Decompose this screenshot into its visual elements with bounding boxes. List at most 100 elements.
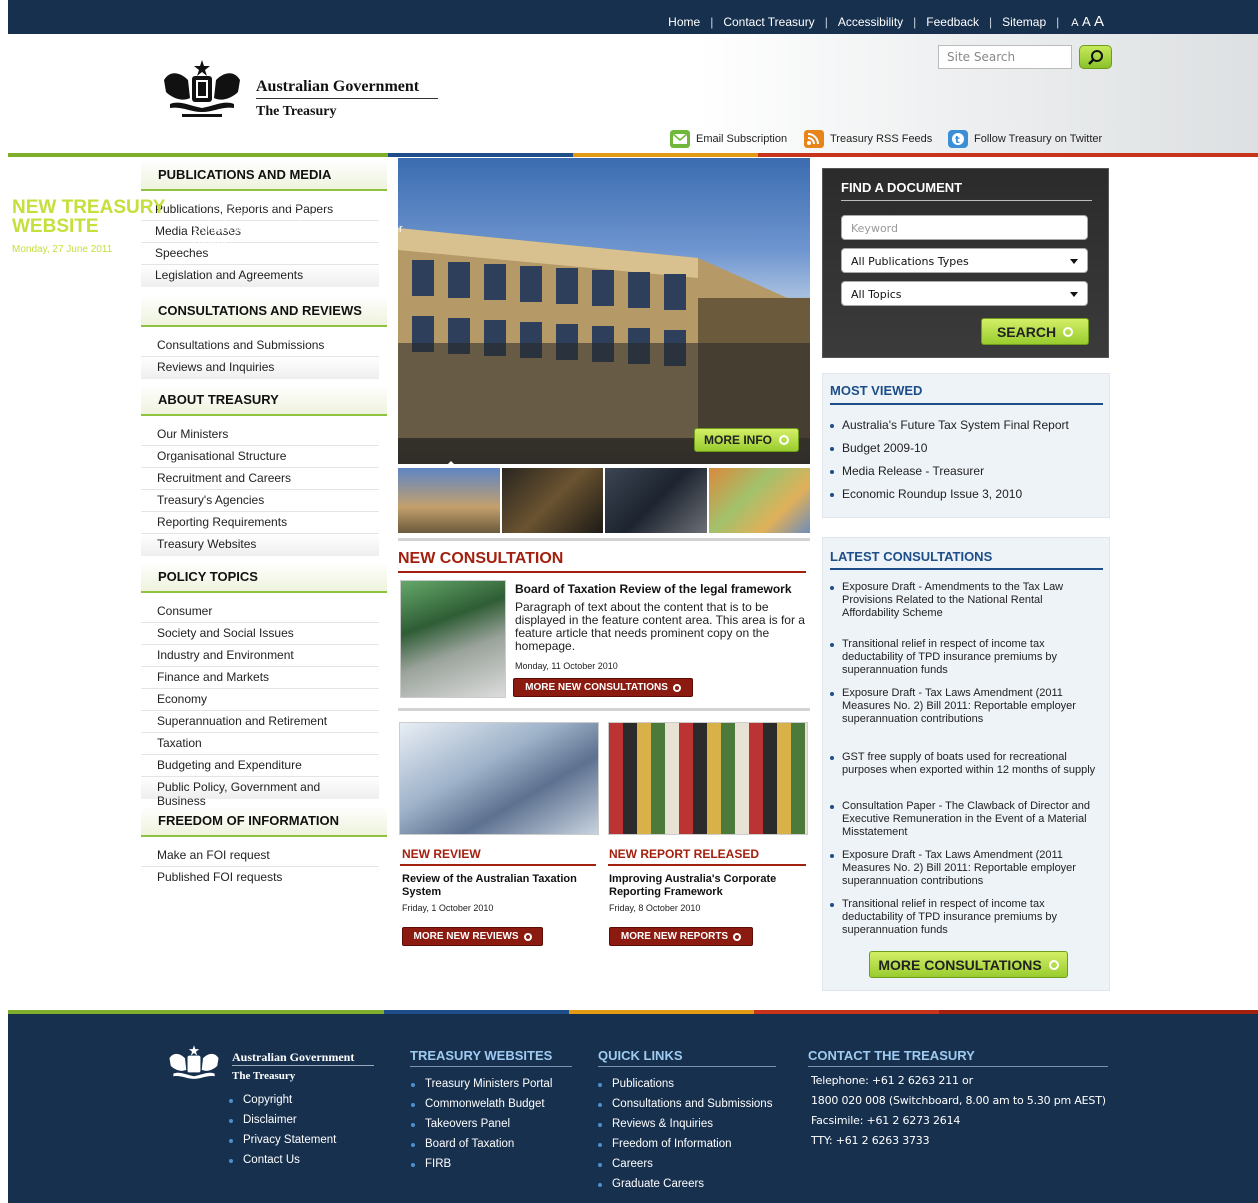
sidebar-item-organisational-structure[interactable]: Organisational Structure: [141, 446, 379, 468]
footer-contact-link[interactable]: Contact Us: [229, 1154, 300, 1166]
sidebar-item-economy[interactable]: Economy: [141, 689, 379, 711]
thumbnail-banknotes[interactable]: [708, 468, 810, 533]
most-viewed-item[interactable]: Economic Roundup Issue 3, 2010: [830, 487, 1022, 501]
sidebar-item-taxation[interactable]: Taxation: [141, 733, 379, 755]
footer-quick-link[interactable]: Graduate Careers: [598, 1178, 704, 1190]
divider: [398, 538, 810, 541]
sidebar-heading-consultations[interactable]: CONSULTATIONS AND REVIEWS: [141, 296, 387, 327]
thumbnail-handshake[interactable]: [605, 468, 707, 533]
site-search-button[interactable]: [1079, 45, 1112, 69]
topics-select[interactable]: All Topics: [841, 281, 1088, 306]
sidebar-item-treasury-websites[interactable]: Treasury Websites: [141, 534, 379, 556]
footer-quick-link[interactable]: Careers: [598, 1158, 653, 1170]
site-search-input[interactable]: Site Search: [938, 45, 1072, 69]
utility-nav: Home | Contact Treasury | Accessibility | F…: [668, 13, 1104, 30]
find-search-button[interactable]: SEARCH: [981, 318, 1089, 345]
sidebar-item-society[interactable]: Society and Social Issues: [141, 623, 379, 645]
new-report-title[interactable]: Improving Australia's Corporate Reportin…: [609, 873, 799, 899]
consultation-item[interactable]: Exposure Draft - Tax Laws Amendment (201…: [830, 687, 1098, 726]
text-size-large-button[interactable]: A: [1094, 13, 1104, 30]
most-viewed-heading: MOST VIEWED: [830, 383, 923, 398]
text-size-medium-button[interactable]: A: [1082, 14, 1091, 29]
play-icon: [733, 932, 742, 941]
sidebar-item-consultations-submissions[interactable]: Consultations and Submissions: [141, 335, 379, 357]
footer-quick-link[interactable]: Freedom of Information: [598, 1138, 732, 1150]
sidebar-heading-foi[interactable]: FREEDOM OF INFORMATION: [141, 806, 387, 837]
footer-logo[interactable]: Australian Government The Treasury: [158, 1044, 378, 1094]
nav-home-link[interactable]: Home: [668, 15, 700, 29]
keyword-input[interactable]: Keyword: [841, 215, 1088, 240]
footer-privacy-link[interactable]: Privacy Statement: [229, 1134, 336, 1146]
consultation-item[interactable]: Exposure Draft - Amendments to the Tax L…: [830, 581, 1098, 620]
sidebar-item-agencies[interactable]: Treasury's Agencies: [141, 490, 379, 512]
rss-feeds-label: Treasury RSS Feeds: [830, 133, 933, 145]
most-viewed-rule: [830, 403, 1103, 405]
sidebar-item-foi-request[interactable]: Make an FOI request: [141, 845, 379, 867]
hero-carousel[interactable]: [398, 158, 810, 464]
footer-quick-link[interactable]: Reviews & Inquiries: [598, 1118, 713, 1130]
footer-disclaimer-link[interactable]: Disclaimer: [229, 1114, 297, 1126]
publication-type-select[interactable]: All Publications Types: [841, 248, 1088, 273]
coat-of-arms-icon: [164, 60, 240, 117]
sidebar-item-published-foi[interactable]: Published FOI requests: [141, 867, 379, 889]
sidebar-item-consumer[interactable]: Consumer: [141, 601, 379, 623]
sidebar-item-reporting[interactable]: Reporting Requirements: [141, 512, 379, 534]
consultation-item[interactable]: Transitional relief in respect of income…: [830, 898, 1098, 937]
sidebar-heading-policy[interactable]: POLICY TOPICS: [141, 562, 387, 593]
sidebar-item-budgeting[interactable]: Budgeting and Expenditure: [141, 755, 379, 777]
footer-website-link[interactable]: FIRB: [411, 1158, 451, 1170]
new-review-title[interactable]: Review of the Australian Taxation System: [402, 873, 592, 899]
sidebar-item-recruitment[interactable]: Recruitment and Careers: [141, 468, 379, 490]
sidebar-item-industry[interactable]: Industry and Environment: [141, 645, 379, 667]
footer-website-link[interactable]: Takeovers Panel: [411, 1118, 510, 1130]
more-new-consultations-button[interactable]: MORE NEW CONSULTATIONS: [513, 678, 693, 697]
twitter-link[interactable]: t Follow Treasury on Twitter: [948, 130, 1102, 148]
sidebar-item-legislation[interactable]: Legislation and Agreements: [141, 265, 379, 287]
sidebar-item-ministers[interactable]: Our Ministers: [141, 424, 379, 446]
footer-website-link[interactable]: Commonwelath Budget: [411, 1098, 545, 1110]
most-viewed-item[interactable]: Media Release - Treasurer: [830, 464, 984, 478]
footer-website-link[interactable]: Treasury Ministers Portal: [411, 1078, 552, 1090]
most-viewed-item[interactable]: Australia's Future Tax System Final Repo…: [830, 418, 1069, 432]
email-subscription-link[interactable]: Email Subscription: [670, 130, 787, 148]
footer-quick-link[interactable]: Consultations and Submissions: [598, 1098, 772, 1110]
thumbnail-building[interactable]: [398, 468, 500, 533]
site-logo[interactable]: Australian Government The Treasury: [160, 58, 450, 122]
sidebar-item-finance[interactable]: Finance and Markets: [141, 667, 379, 689]
feature-title[interactable]: Board of Taxation Review of the legal fr…: [515, 582, 792, 596]
thumbnail-scales[interactable]: [501, 468, 603, 533]
nav-sitemap-link[interactable]: Sitemap: [1002, 15, 1046, 29]
sidebar-heading-publications[interactable]: PUBLICATIONS AND MEDIA: [141, 160, 387, 191]
consultation-item[interactable]: Transitional relief in respect of income…: [830, 638, 1098, 677]
new-review-date: Friday, 1 October 2010: [402, 903, 494, 913]
more-new-reports-button[interactable]: MORE NEW REPORTS: [609, 927, 753, 946]
nav-feedback-link[interactable]: Feedback: [926, 15, 979, 29]
more-new-reviews-button[interactable]: MORE NEW REVIEWS: [402, 927, 543, 946]
feature-photo: [400, 580, 506, 698]
most-viewed-item[interactable]: Budget 2009-10: [830, 441, 927, 455]
footer-quick-link[interactable]: Publications: [598, 1078, 674, 1090]
consultation-item[interactable]: Consultation Paper - The Clawback of Dir…: [830, 800, 1098, 839]
rss-feeds-link[interactable]: Treasury RSS Feeds: [804, 130, 932, 148]
hero-date: Monday, 27 June 2011: [12, 244, 113, 255]
consultation-item[interactable]: Exposure Draft - Tax Laws Amendment (201…: [830, 849, 1098, 888]
sidebar-item-reviews-inquiries[interactable]: Reviews and Inquiries: [141, 357, 379, 379]
nav-accessibility-link[interactable]: Accessibility: [838, 15, 903, 29]
divider: [398, 708, 810, 711]
text-size-small-button[interactable]: A: [1071, 17, 1078, 29]
footer-website-link[interactable]: Board of Taxation: [411, 1138, 514, 1150]
sidebar-item-superannuation[interactable]: Superannuation and Retirement: [141, 711, 379, 733]
footer-quicklinks-heading: QUICK LINKS: [598, 1048, 683, 1063]
consultation-item[interactable]: GST free supply of boats used for recrea…: [830, 751, 1098, 777]
email-icon: [670, 130, 690, 148]
carousel-thumbnails: [398, 468, 810, 533]
sidebar-heading-about[interactable]: ABOUT TREASURY: [141, 385, 387, 416]
nav-contact-link[interactable]: Contact Treasury: [723, 15, 814, 29]
more-info-button[interactable]: MORE INFO: [694, 428, 799, 452]
latest-consultations-heading: LATEST CONSULTATIONS: [830, 549, 993, 564]
footer-copyright-link[interactable]: Copyright: [229, 1094, 292, 1106]
new-report-date: Friday, 8 October 2010: [609, 903, 701, 913]
sidebar-item-public-policy[interactable]: Public Policy, Government and Business: [141, 777, 379, 808]
more-consultations-button[interactable]: MORE CONSULTATIONS: [869, 951, 1068, 978]
play-icon: [1048, 959, 1059, 970]
